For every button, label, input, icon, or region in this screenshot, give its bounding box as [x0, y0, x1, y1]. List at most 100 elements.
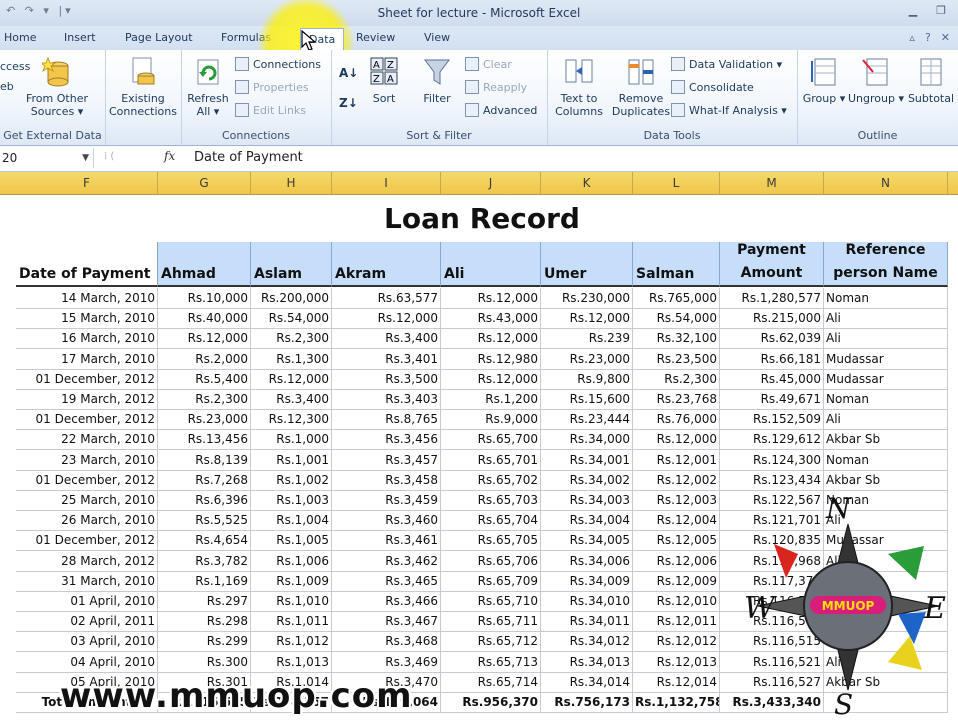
cell-ahmad[interactable]: Rs.8,139 — [158, 449, 251, 470]
cell-umer[interactable]: Rs.15,600 — [541, 389, 633, 409]
chevron-down-icon[interactable]: ▼ — [82, 148, 89, 168]
cell-ali[interactable]: Rs.65,710 — [441, 591, 541, 611]
cell-aslam[interactable]: Rs.200,000 — [251, 288, 332, 308]
cell-akram[interactable]: Rs.3,459 — [332, 490, 441, 510]
tab-home[interactable]: Home — [4, 26, 36, 50]
sort-a-z-icon[interactable]: A↓ — [339, 64, 358, 82]
cell-reference-person[interactable]: Ali — [824, 409, 948, 430]
filter-button[interactable]: Filter — [415, 56, 459, 105]
cell-aslam[interactable]: Rs.1,011 — [251, 611, 332, 632]
cell-akram[interactable]: Rs.3,469 — [332, 651, 441, 672]
remove-duplicates-button[interactable]: Remove Duplicates — [609, 56, 673, 118]
cell-ali[interactable]: Rs.956,370 — [441, 692, 541, 712]
cell-umer[interactable]: Rs.34,003 — [541, 490, 633, 510]
header-payment-amount[interactable]: Payment Amount — [720, 242, 824, 287]
cell-salman[interactable]: Rs.12,013 — [633, 651, 720, 672]
tab-review[interactable]: Review — [356, 26, 395, 50]
cell-akram[interactable]: Rs.8,765 — [332, 409, 441, 430]
cell-reference-person[interactable]: Mudassar — [824, 368, 948, 389]
tab-view[interactable]: View — [424, 26, 450, 50]
header-reference-person[interactable]: Reference person Name — [824, 242, 948, 287]
what-if-analysis-button[interactable]: What-If Analysis ▾ — [671, 102, 787, 120]
cell-reference-person[interactable]: Noman — [824, 288, 948, 308]
cell-ali[interactable]: Rs.12,000 — [441, 368, 541, 389]
cell-ahmad[interactable]: Rs.297 — [158, 591, 251, 611]
column-header-h[interactable]: H — [251, 172, 332, 194]
cell-date[interactable]: 23 March, 2010 — [16, 449, 158, 470]
cell-ali[interactable]: Rs.65,711 — [441, 611, 541, 632]
cell-ali[interactable]: Rs.12,980 — [441, 348, 541, 369]
cell-reference-person[interactable]: Ali — [824, 328, 948, 349]
cell-reference-person[interactable]: Ali — [824, 308, 948, 329]
cell-akram[interactable]: Rs.3,466 — [332, 591, 441, 611]
cell-umer[interactable]: Rs.9,800 — [541, 368, 633, 389]
cell-umer[interactable]: Rs.34,009 — [541, 570, 633, 591]
cell-umer[interactable]: Rs.34,012 — [541, 631, 633, 652]
cell-reference-person[interactable]: Noman — [824, 389, 948, 409]
column-header-l[interactable]: L — [633, 172, 720, 194]
cell-umer[interactable]: Rs.34,006 — [541, 550, 633, 571]
cell-payment-amount[interactable]: Rs.49,671 — [720, 389, 824, 409]
cell-umer[interactable]: Rs.34,011 — [541, 611, 633, 632]
cell-aslam[interactable]: Rs.1,004 — [251, 510, 332, 531]
cell-ahmad[interactable]: Rs.23,000 — [158, 409, 251, 430]
cell-payment-amount[interactable]: Rs.1,280,577 — [720, 288, 824, 308]
cell-date[interactable]: 01 December, 2012 — [16, 469, 158, 490]
existing-connections-button[interactable]: Existing Connections — [109, 56, 177, 118]
cell-umer[interactable]: Rs.23,444 — [541, 409, 633, 430]
column-header-k[interactable]: K — [541, 172, 633, 194]
cell-payment-amount[interactable]: Rs.124,300 — [720, 449, 824, 470]
formula-content[interactable]: Date of Payment — [194, 150, 303, 165]
cell-ali[interactable]: Rs.65,702 — [441, 469, 541, 490]
cell-date[interactable]: 22 March, 2010 — [16, 429, 158, 450]
cell-salman[interactable]: Rs.12,009 — [633, 570, 720, 591]
cell-date[interactable]: 01 December, 2012 — [16, 530, 158, 551]
cell-salman[interactable]: Rs.32,100 — [633, 328, 720, 349]
properties-button[interactable]: Properties — [235, 79, 309, 97]
cell-date[interactable]: 01 December, 2012 — [16, 409, 158, 430]
cell-ali[interactable]: Rs.65,703 — [441, 490, 541, 510]
cell-reference-person[interactable]: Mudassar — [824, 348, 948, 369]
text-to-columns-button[interactable]: Text to Columns — [551, 56, 607, 118]
cell-akram[interactable]: Rs.63,577 — [332, 288, 441, 308]
cell-umer[interactable]: Rs.34,000 — [541, 429, 633, 450]
cell-salman[interactable]: Rs.12,002 — [633, 469, 720, 490]
clear-button[interactable]: Clear — [465, 56, 512, 74]
column-header-n[interactable]: N — [824, 172, 948, 194]
cell-ali[interactable]: Rs.65,714 — [441, 671, 541, 692]
cell-aslam[interactable]: Rs.1,009 — [251, 570, 332, 591]
help-icon[interactable]: ? — [925, 31, 931, 44]
cell-akram[interactable]: Rs.3,401 — [332, 348, 441, 369]
cell-reference-person[interactable]: Akbar Sb — [824, 429, 948, 450]
cell-salman[interactable]: Rs.12,001 — [633, 449, 720, 470]
cell-salman[interactable]: Rs.12,014 — [633, 671, 720, 692]
cell-aslam[interactable]: Rs.1,000 — [251, 429, 332, 450]
cell-date[interactable]: 26 March, 2010 — [16, 510, 158, 531]
cell-salman[interactable]: Rs.765,000 — [633, 288, 720, 308]
column-header-g[interactable]: G — [158, 172, 251, 194]
cell-akram[interactable]: Rs.3,462 — [332, 550, 441, 571]
cell-salman[interactable]: Rs.12,003 — [633, 490, 720, 510]
cell-ahmad[interactable]: Rs.13,456 — [158, 429, 251, 450]
group-button[interactable]: Group ▾ — [801, 56, 847, 105]
cell-ahmad[interactable]: Rs.2,300 — [158, 389, 251, 409]
cell-salman[interactable]: Rs.23,768 — [633, 389, 720, 409]
cell-salman[interactable]: Rs.76,000 — [633, 409, 720, 430]
connections-button[interactable]: Connections — [235, 56, 321, 74]
cell-payment-amount[interactable]: Rs.45,000 — [720, 368, 824, 389]
cell-umer[interactable]: Rs.34,002 — [541, 469, 633, 490]
cell-ali[interactable]: Rs.65,713 — [441, 651, 541, 672]
header-aslam[interactable]: Aslam — [251, 242, 332, 287]
cell-salman[interactable]: Rs.2,300 — [633, 368, 720, 389]
consolidate-button[interactable]: Consolidate — [671, 79, 754, 97]
sort-button[interactable]: A Z Z A Sort — [365, 56, 403, 105]
cell-akram[interactable]: Rs.3,458 — [332, 469, 441, 490]
cell-aslam[interactable]: Rs.1,001 — [251, 449, 332, 470]
cell-salman[interactable]: Rs.12,006 — [633, 550, 720, 571]
cell-payment-amount[interactable]: Rs.123,434 — [720, 469, 824, 490]
cell-ahmad[interactable]: Rs.4,654 — [158, 530, 251, 551]
cell-date[interactable]: 28 March, 2012 — [16, 550, 158, 571]
cell-ahmad[interactable]: Rs.3,782 — [158, 550, 251, 571]
cell-date[interactable]: 01 December, 2012 — [16, 368, 158, 389]
cell-ali[interactable]: Rs.1,200 — [441, 389, 541, 409]
